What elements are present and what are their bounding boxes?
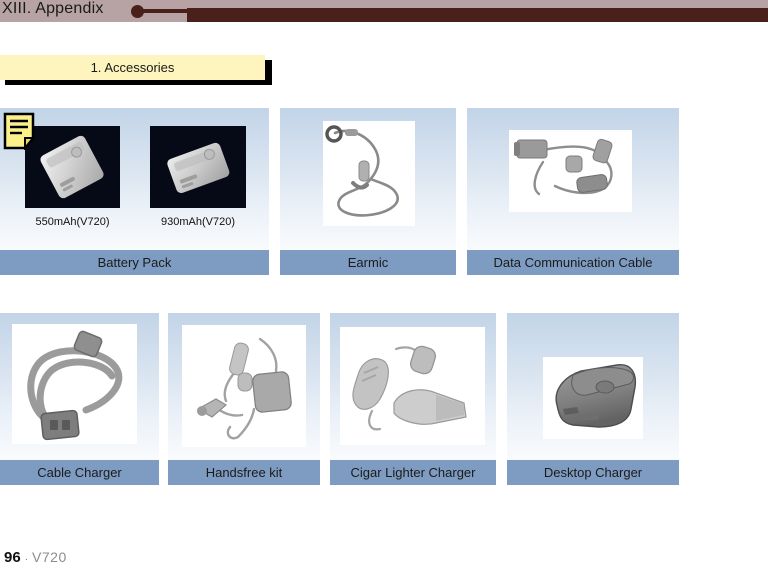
accessory-card-earmic[interactable]: Earmic	[280, 108, 456, 275]
section-title-container: 1. Accessories	[0, 55, 272, 85]
data-communication-cable-image	[509, 130, 632, 212]
accessory-card-cable-charger[interactable]: Cable Charger	[0, 313, 159, 485]
section-title: 1. Accessories	[0, 55, 265, 80]
header-bar	[187, 8, 768, 22]
page-title: XIII. Appendix	[2, 0, 104, 17]
card-image-area	[467, 108, 679, 250]
card-label-earmic: Earmic	[280, 250, 456, 275]
header-bullet-dot	[131, 5, 144, 18]
card-label-cable-charger: Cable Charger	[0, 460, 159, 485]
card-image-area	[507, 313, 679, 460]
battery-sub-caption-2: 930mAh(V720)	[161, 216, 235, 228]
accessory-card-cigar-lighter-charger[interactable]: Cigar Lighter Charger	[330, 313, 496, 485]
battery-pack-image	[25, 126, 120, 208]
accessory-card-data-communication-cable[interactable]: Data Communication Cable	[467, 108, 679, 275]
earmic-image	[323, 121, 415, 226]
cable-charger-image	[12, 324, 137, 444]
footer-page-number: 96	[4, 549, 21, 566]
card-label-battery-pack: Battery Pack	[0, 250, 269, 275]
desktop-charger-image	[543, 357, 643, 439]
page-footer: 96 · V720	[4, 549, 67, 566]
footer-model-name: V720	[32, 549, 67, 565]
note-icon	[3, 112, 37, 150]
card-label-data-communication-cable: Data Communication Cable	[467, 250, 679, 275]
card-label-desktop-charger: Desktop Charger	[507, 460, 679, 485]
card-image-area	[168, 313, 320, 460]
card-image-area	[0, 313, 159, 460]
accessory-card-desktop-charger[interactable]: Desktop Charger	[507, 313, 679, 485]
battery-sub-caption: 550mAh(V720)	[35, 216, 110, 228]
page-header: XIII. Appendix	[0, 0, 768, 22]
card-image-area	[330, 313, 496, 460]
card-label-handsfree-kit: Handsfree kit	[168, 460, 320, 485]
footer-separator: ·	[24, 554, 29, 565]
card-image-area	[280, 108, 456, 250]
cigar-lighter-charger-image	[340, 327, 485, 445]
handsfree-kit-image	[182, 325, 306, 447]
battery-pack-image-2	[150, 126, 246, 208]
accessory-card-handsfree-kit[interactable]: Handsfree kit	[168, 313, 320, 485]
card-label-cigar-lighter-charger: Cigar Lighter Charger	[330, 460, 496, 485]
accessory-card-battery-pack[interactable]: 550mAh(V720) 930mAh(V720) Battery Pack	[0, 108, 269, 275]
card-image-area: 550mAh(V720) 930mAh(V720)	[0, 108, 269, 250]
